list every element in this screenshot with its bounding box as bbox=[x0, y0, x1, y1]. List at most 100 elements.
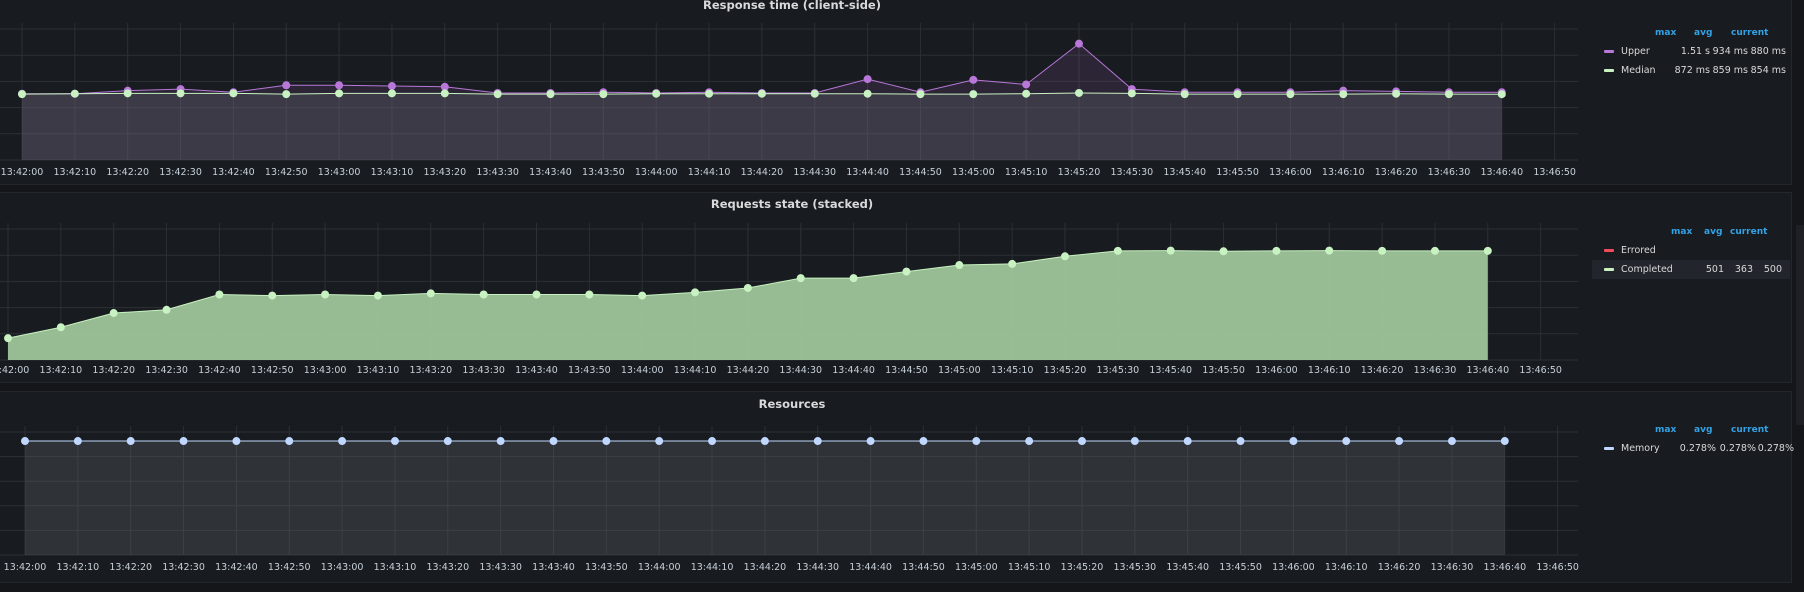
legend-col-current[interactable]: current bbox=[1731, 425, 1768, 435]
resources-chart[interactable]: 13:42:00 13:42:10 13:42:20 13:42:30 13:42:40… bbox=[0, 392, 1584, 577]
data-point-completed[interactable] bbox=[849, 274, 858, 283]
data-point-median[interactable] bbox=[916, 90, 925, 99]
legend-col-max[interactable]: max bbox=[1655, 28, 1676, 38]
data-point-median[interactable] bbox=[1444, 90, 1453, 99]
data-point-completed[interactable] bbox=[585, 290, 594, 299]
data-point-median[interactable] bbox=[1022, 89, 1031, 98]
data-point-memory[interactable] bbox=[232, 437, 241, 446]
data-point-completed[interactable] bbox=[1483, 246, 1492, 255]
legend-col-max[interactable]: max bbox=[1671, 227, 1692, 237]
response-time-chart[interactable]: 13:42:00 13:42:10 13:42:20 13:42:30 13:42:40… bbox=[0, 0, 1584, 180]
data-point-completed[interactable] bbox=[1325, 246, 1334, 255]
data-point-median[interactable] bbox=[493, 90, 502, 99]
data-point-median[interactable] bbox=[335, 89, 344, 98]
data-point-completed[interactable] bbox=[1430, 246, 1439, 255]
data-point-median[interactable] bbox=[969, 90, 978, 99]
data-point-completed[interactable] bbox=[1061, 252, 1069, 261]
data-point-median[interactable] bbox=[1233, 90, 1242, 99]
legend-col-avg[interactable]: avg bbox=[1704, 227, 1722, 237]
data-point-memory[interactable] bbox=[21, 437, 29, 446]
data-point-completed[interactable] bbox=[902, 267, 911, 276]
data-point-median[interactable] bbox=[1075, 88, 1083, 97]
data-point-completed[interactable] bbox=[955, 261, 964, 270]
data-point-completed[interactable] bbox=[56, 323, 65, 332]
data-point-completed[interactable] bbox=[373, 291, 382, 300]
data-point-completed[interactable] bbox=[215, 290, 224, 299]
data-point-upper[interactable] bbox=[387, 82, 396, 91]
data-point-median[interactable] bbox=[70, 89, 79, 98]
data-point-median[interactable] bbox=[1180, 90, 1189, 99]
data-point-completed[interactable] bbox=[1113, 246, 1122, 255]
legend-col-avg[interactable]: avg bbox=[1694, 425, 1712, 435]
data-point-memory[interactable] bbox=[1078, 437, 1086, 446]
data-point-completed[interactable] bbox=[321, 290, 330, 299]
data-point-memory[interactable] bbox=[549, 437, 558, 446]
data-point-median[interactable] bbox=[229, 89, 238, 98]
data-point-median[interactable] bbox=[863, 89, 872, 98]
data-point-completed[interactable] bbox=[1378, 246, 1387, 255]
data-point-memory[interactable] bbox=[1342, 437, 1351, 446]
data-point-memory[interactable] bbox=[1183, 437, 1192, 446]
data-point-completed[interactable] bbox=[479, 290, 488, 299]
data-point-completed[interactable] bbox=[426, 289, 435, 298]
data-point-completed[interactable] bbox=[1008, 259, 1017, 268]
legend-col-avg[interactable]: avg bbox=[1694, 28, 1712, 38]
data-point-completed[interactable] bbox=[796, 274, 805, 283]
data-point-memory[interactable] bbox=[443, 437, 452, 446]
data-point-completed[interactable] bbox=[1219, 247, 1228, 256]
data-point-median[interactable] bbox=[176, 89, 185, 98]
legend-item-memory[interactable]: Memory 0.278% 0.278% 0.278% bbox=[1592, 439, 1794, 458]
data-point-median[interactable] bbox=[1392, 89, 1401, 98]
data-point-memory[interactable] bbox=[338, 437, 347, 446]
data-point-memory[interactable] bbox=[73, 437, 82, 446]
data-point-median[interactable] bbox=[757, 89, 766, 98]
requests-state-chart[interactable]: 13:42:00 13:42:10 13:42:20 13:42:30 13:42:40… bbox=[0, 193, 1584, 378]
legend-col-max[interactable]: max bbox=[1655, 425, 1676, 435]
data-point-median[interactable] bbox=[1127, 89, 1136, 98]
data-point-median[interactable] bbox=[546, 90, 555, 99]
data-point-memory[interactable] bbox=[1289, 437, 1298, 446]
data-point-completed[interactable] bbox=[638, 291, 647, 300]
data-point-upper[interactable] bbox=[863, 75, 872, 84]
data-point-memory[interactable] bbox=[866, 437, 875, 446]
data-point-completed[interactable] bbox=[268, 291, 277, 300]
data-point-memory[interactable] bbox=[390, 437, 399, 446]
data-point-completed[interactable] bbox=[691, 288, 700, 297]
scrollbar[interactable] bbox=[1796, 225, 1804, 425]
data-point-memory[interactable] bbox=[760, 437, 769, 446]
data-point-memory[interactable] bbox=[1025, 437, 1034, 446]
data-point-completed[interactable] bbox=[4, 334, 12, 343]
legend-item-completed[interactable]: Completed 501 363 500 bbox=[1592, 260, 1790, 279]
data-point-completed[interactable] bbox=[743, 283, 752, 292]
data-point-upper[interactable] bbox=[969, 75, 978, 84]
data-point-memory[interactable] bbox=[496, 437, 505, 446]
data-point-memory[interactable] bbox=[1500, 437, 1509, 446]
data-point-completed[interactable] bbox=[1166, 246, 1175, 255]
data-point-completed[interactable] bbox=[1272, 246, 1281, 255]
data-point-median[interactable] bbox=[1286, 90, 1295, 99]
data-point-median[interactable] bbox=[387, 89, 396, 98]
data-point-memory[interactable] bbox=[179, 437, 188, 446]
data-point-memory[interactable] bbox=[813, 437, 822, 446]
data-point-upper[interactable] bbox=[1075, 39, 1083, 48]
data-point-completed[interactable] bbox=[162, 305, 171, 314]
legend-item-errored[interactable]: Errored bbox=[1592, 241, 1790, 260]
data-point-median[interactable] bbox=[18, 90, 26, 99]
legend-col-current[interactable]: current bbox=[1731, 28, 1768, 38]
legend-col-current[interactable]: current bbox=[1730, 227, 1767, 237]
legend-item-median[interactable]: Median 872 ms 859 ms 854 ms bbox=[1592, 61, 1790, 80]
data-point-memory[interactable] bbox=[1236, 437, 1245, 446]
data-point-median[interactable] bbox=[440, 89, 449, 98]
data-point-memory[interactable] bbox=[708, 437, 717, 446]
data-point-median[interactable] bbox=[1339, 90, 1348, 99]
data-point-completed[interactable] bbox=[532, 290, 541, 299]
data-point-median[interactable] bbox=[810, 89, 819, 98]
data-point-upper[interactable] bbox=[1022, 80, 1031, 89]
data-point-median[interactable] bbox=[652, 89, 661, 98]
data-point-memory[interactable] bbox=[1447, 437, 1456, 446]
data-point-median[interactable] bbox=[705, 89, 714, 98]
data-point-median[interactable] bbox=[123, 89, 132, 98]
data-point-memory[interactable] bbox=[602, 437, 611, 446]
legend-item-upper[interactable]: Upper 1.51 s 934 ms 880 ms bbox=[1592, 42, 1790, 61]
data-point-memory[interactable] bbox=[285, 437, 294, 446]
